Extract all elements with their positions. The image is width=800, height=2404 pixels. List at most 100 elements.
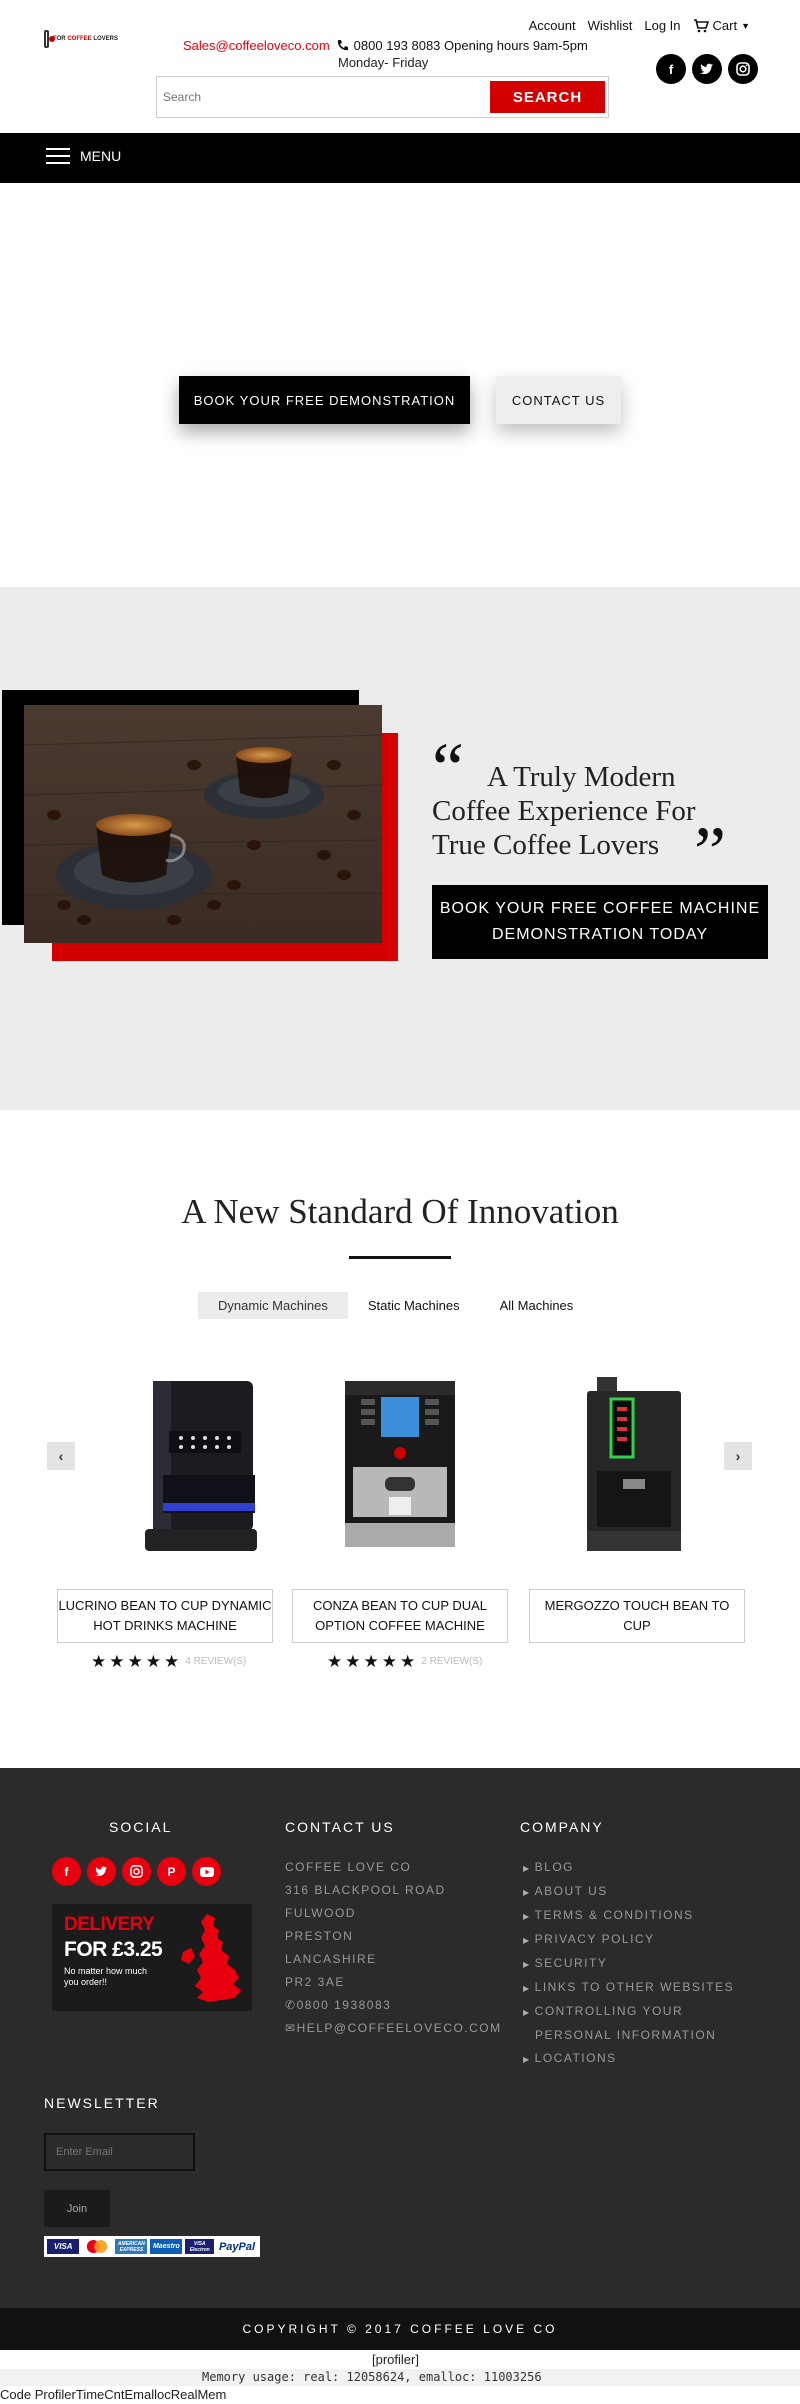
product-name-line: OPTION COFFEE MACHINE [315, 1618, 485, 1633]
footer-link-controlling-info-cont[interactable]: PERSONAL INFORMATION [523, 2024, 734, 2047]
visa-icon: VISA [47, 2239, 80, 2254]
search-button[interactable]: SEARCH [490, 81, 605, 113]
logo-text-accent: COFFEE [67, 36, 92, 42]
phone-icon: ✆ [285, 1998, 297, 2012]
footer-email[interactable]: ✉HELP@COFFEELOVECO.COM [285, 2017, 502, 2040]
youtube-icon[interactable] [192, 1857, 221, 1886]
star-icon: ★ [145, 1652, 161, 1671]
footer-link-locations[interactable]: ▶ LOCATIONS [523, 2047, 734, 2071]
account-link[interactable]: Account [529, 18, 576, 33]
product-image-lucrino[interactable] [105, 1375, 295, 1565]
wishlist-link[interactable]: Wishlist [588, 18, 633, 33]
product-image-conza[interactable] [305, 1375, 495, 1565]
newsletter-email-input[interactable] [44, 2133, 195, 2171]
facebook-icon[interactable]: f [656, 54, 686, 84]
footer-link-security[interactable]: ▶ SECURITY [523, 1952, 734, 1976]
logo-text-end: LOVERS [91, 36, 118, 42]
footer-phone[interactable]: ✆0800 1938083 [285, 1994, 502, 2017]
book-coffee-demo-button[interactable]: BOOK YOUR FREE COFFEE MACHINE DEMONSTRAT… [432, 885, 768, 959]
footer-social: f P [52, 1857, 221, 1886]
product-name-mergozzo[interactable]: MERGOZZO TOUCH BEAN TO CUP [529, 1589, 745, 1643]
footer-address: COFFEE LOVE CO 316 BLACKPOOL ROAD FULWOO… [285, 1856, 502, 2040]
product-name-lucrino[interactable]: LUCRINO BEAN TO CUP DYNAMIC HOT DRINKS M… [57, 1589, 273, 1643]
delivery-title: DELIVERY [64, 1914, 155, 1935]
header-social: f [656, 54, 758, 84]
book-demo-button[interactable]: BOOK YOUR FREE DEMONSTRATION [179, 376, 470, 424]
cart-link[interactable]: Cart ▼ [693, 18, 750, 33]
logo-text: FOR [52, 36, 68, 42]
contact-line: Sales@coffeeloveco.com 0800 193 8083 Ope… [183, 38, 588, 53]
company-heading: COMPANY [520, 1819, 604, 1835]
newsletter-heading: NEWSLETTER [44, 2095, 160, 2111]
product-rating-conza[interactable]: ★ ★ ★ ★ ★ 2 REVIEW(S) [327, 1653, 482, 1670]
footer-link-terms[interactable]: ▶ TERMS & CONDITIONS [523, 1904, 734, 1928]
twitter-icon[interactable] [87, 1857, 116, 1886]
search-bar: SEARCH [156, 76, 609, 118]
title-divider [349, 1256, 451, 1259]
address-line: PR2 3AE [285, 1975, 345, 1989]
footer-link-controlling-info[interactable]: ▶ CONTROLLING YOUR [523, 2000, 734, 2024]
address-line: 316 BLACKPOOL ROAD [285, 1883, 446, 1897]
pinterest-icon[interactable]: P [157, 1857, 186, 1886]
copyright-bar: COPYRIGHT © 2017 COFFEE LOVE CO [0, 2308, 800, 2350]
contact-us-button[interactable]: CONTACT US [496, 376, 621, 424]
innovation-title: A New Standard Of Innovation [181, 1192, 619, 1231]
newsletter-join-button[interactable]: Join [44, 2190, 110, 2227]
product-name-line: MERGOZZO TOUCH BEAN TO CUP [544, 1598, 730, 1633]
site-logo[interactable]: FOR COFFEE LOVERS [44, 28, 118, 50]
tab-dynamic-machines[interactable]: Dynamic Machines [198, 1292, 348, 1319]
company-links: ▶ BLOG ▶ ABOUT US ▶ TERMS & CONDITIONS ▶ PRI… [523, 1856, 734, 2071]
uk-map-icon [181, 1914, 241, 2002]
instagram-icon[interactable] [728, 54, 758, 84]
cart-label: Cart [712, 18, 738, 33]
address-line: FULWOOD [285, 1906, 356, 1920]
carousel-prev-button[interactable]: ‹ [47, 1442, 75, 1470]
instagram-icon[interactable] [122, 1857, 151, 1886]
cta-line-2: DEMONSTRATION TODAY [491, 926, 709, 943]
envelope-icon: ✉ [285, 2021, 297, 2035]
star-icon: ★ [400, 1652, 416, 1671]
footer-phone-number: 0800 1938083 [296, 1998, 392, 2012]
chevron-down-icon: ▼ [741, 20, 750, 31]
star-icon: ★ [91, 1652, 107, 1671]
search-input[interactable] [163, 83, 463, 111]
tab-static-machines[interactable]: Static Machines [348, 1292, 480, 1319]
product-name-conza[interactable]: CONZA BEAN TO CUP DUAL OPTION COFFEE MAC… [292, 1589, 508, 1643]
carousel-next-button[interactable]: › [724, 1442, 752, 1470]
delivery-price: FOR £3.25 [64, 1938, 163, 1961]
footer-link-blog[interactable]: ▶ BLOG [523, 1856, 734, 1880]
delivery-note: No matter how much you order!! [64, 1966, 148, 1987]
link-label: TERMS & CONDITIONS [534, 1908, 694, 1922]
twitter-icon[interactable] [692, 54, 722, 84]
social-heading: SOCIAL [109, 1819, 173, 1835]
caret-right-icon: ▶ [523, 2055, 531, 2064]
sales-email-link[interactable]: Sales@coffeeloveco.com [183, 38, 330, 53]
caret-right-icon: ▶ [523, 2008, 531, 2017]
link-label: CONTROLLING YOUR [534, 2004, 684, 2018]
link-label: PERSONAL INFORMATION [535, 2028, 717, 2042]
review-count[interactable]: 2 REVIEW(S) [421, 1656, 482, 1667]
footer-link-other-sites[interactable]: ▶ LINKS TO OTHER WEBSITES [523, 1976, 734, 2000]
product-name-line: HOT DRINKS MACHINE [93, 1618, 237, 1633]
product-name-line: CONZA BEAN TO CUP DUAL [312, 1598, 488, 1613]
footer-link-privacy[interactable]: ▶ PRIVACY POLICY [523, 1928, 734, 1952]
delivery-promo-banner[interactable]: DELIVERY FOR £3.25 No matter how much yo… [52, 1904, 252, 2011]
footer-link-about[interactable]: ▶ ABOUT US [523, 1880, 734, 1904]
amex-icon: AMERICAN EXPRESS [115, 2239, 148, 2254]
link-label: BLOG [534, 1860, 575, 1874]
product-image-mergozzo[interactable] [537, 1375, 727, 1565]
footer-email-address: HELP@COFFEELOVECO.COM [296, 2021, 502, 2035]
star-icon: ★ [164, 1652, 180, 1671]
coffee-cups-photo [24, 705, 382, 943]
link-label: SECURITY [534, 1956, 608, 1970]
product-rating-lucrino[interactable]: ★ ★ ★ ★ ★ 4 REVIEW(S) [91, 1653, 246, 1670]
caret-right-icon: ▶ [523, 1936, 531, 1945]
link-label: LINKS TO OTHER WEBSITES [534, 1980, 735, 1994]
menu-button[interactable]: MENU [46, 148, 121, 164]
login-link[interactable]: Log In [644, 18, 680, 33]
review-count[interactable]: 4 REVIEW(S) [185, 1656, 246, 1667]
visa-electron-icon: VISA Electron [185, 2239, 214, 2254]
tab-all-machines[interactable]: All Machines [480, 1292, 594, 1319]
facebook-icon[interactable]: f [52, 1857, 81, 1886]
logo-cup-icon [44, 30, 55, 48]
